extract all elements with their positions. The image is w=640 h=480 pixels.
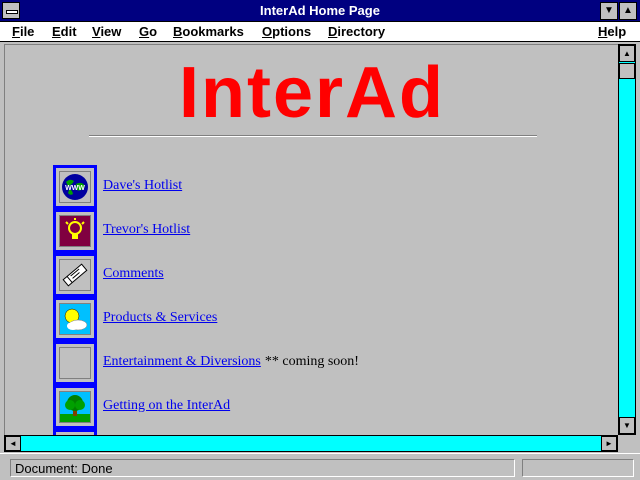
pen-icon-link[interactable] bbox=[53, 253, 97, 297]
minimize-button[interactable]: ▼ bbox=[600, 2, 618, 20]
list-item: Products & Services bbox=[53, 297, 613, 341]
maximize-button[interactable]: ▲ bbox=[619, 2, 637, 20]
pen-icon bbox=[59, 259, 91, 291]
horizontal-rule bbox=[89, 135, 537, 137]
vertical-scroll-thumb[interactable] bbox=[619, 63, 635, 79]
list-item: Entertainment & Diversions ** coming soon… bbox=[53, 341, 613, 385]
menu-bookmarks[interactable]: Bookmarks bbox=[173, 24, 244, 39]
title-bar: InterAd Home Page ▼ ▲ bbox=[0, 0, 640, 22]
menu-bar: File Edit View Go Bookmarks Options Dire… bbox=[0, 22, 640, 42]
arrow-up-icon: ▲ bbox=[623, 49, 631, 58]
interad-logo: InterAd bbox=[179, 53, 445, 133]
horizontal-scrollbar[interactable]: ◄ ► bbox=[4, 435, 618, 452]
coming-soon-note: ** coming soon! bbox=[264, 354, 359, 369]
entertainment-diversions-link[interactable]: Entertainment & Diversions bbox=[103, 354, 261, 369]
status-text: Document: Done bbox=[10, 459, 515, 477]
tree-icon bbox=[59, 391, 91, 423]
tree-icon-link[interactable] bbox=[53, 385, 97, 429]
list-item: WWW Dave's Hotlist bbox=[53, 165, 613, 209]
sun-cloud-icon-link[interactable] bbox=[53, 297, 97, 341]
minimize-icon: ▼ bbox=[604, 5, 614, 16]
lightbulb-icon-link[interactable] bbox=[53, 209, 97, 253]
list-item: Comments bbox=[53, 253, 613, 297]
scroll-left-button[interactable]: ◄ bbox=[5, 436, 21, 451]
globe-icon-link[interactable]: WWW bbox=[53, 165, 97, 209]
products-services-link[interactable]: Products & Services bbox=[103, 310, 217, 326]
maximize-icon: ▲ bbox=[623, 5, 633, 16]
getting-on-interad-link[interactable]: Getting on the InterAd bbox=[103, 398, 230, 414]
menu-help[interactable]: Help bbox=[598, 24, 626, 39]
menu-options[interactable]: Options bbox=[262, 24, 311, 39]
menu-file[interactable]: File bbox=[12, 24, 34, 39]
arrow-left-icon: ◄ bbox=[9, 439, 17, 448]
entertainment-row-text: Entertainment & Diversions ** coming soon… bbox=[103, 354, 359, 370]
scroll-right-button[interactable]: ► bbox=[601, 436, 617, 451]
blank-icon bbox=[59, 347, 91, 379]
arrow-right-icon: ► bbox=[605, 439, 613, 448]
sun-cloud-icon bbox=[59, 303, 91, 335]
daves-hotlist-link[interactable]: Dave's Hotlist bbox=[103, 178, 182, 194]
scrollbar-corner bbox=[618, 435, 636, 452]
status-bar: Document: Done bbox=[0, 453, 640, 480]
scroll-down-button[interactable]: ▼ bbox=[619, 417, 635, 434]
menu-edit[interactable]: Edit bbox=[52, 24, 77, 39]
globe-icon: WWW bbox=[59, 171, 91, 203]
page-content: InterAd WWW Dave's Hotlist Trevor's Hotl… bbox=[4, 44, 618, 435]
menu-directory[interactable]: Directory bbox=[328, 24, 385, 39]
window-title: InterAd Home Page bbox=[260, 3, 380, 18]
comments-link[interactable]: Comments bbox=[103, 266, 164, 282]
trevors-hotlist-link[interactable]: Trevor's Hotlist bbox=[103, 222, 190, 238]
svg-text:WWW: WWW bbox=[65, 185, 85, 192]
menu-go[interactable]: Go bbox=[139, 24, 157, 39]
menu-view[interactable]: View bbox=[92, 24, 121, 39]
arrow-down-icon: ▼ bbox=[623, 421, 631, 430]
progress-indicator bbox=[522, 459, 634, 477]
vertical-scrollbar[interactable]: ▲ ▼ bbox=[618, 44, 636, 435]
list-item: Getting on the InterAd bbox=[53, 385, 613, 429]
blank-icon-link[interactable] bbox=[53, 341, 97, 385]
list-item: Trevor's Hotlist bbox=[53, 209, 613, 253]
lightbulb-icon bbox=[59, 215, 91, 247]
scroll-up-button[interactable]: ▲ bbox=[619, 45, 635, 62]
